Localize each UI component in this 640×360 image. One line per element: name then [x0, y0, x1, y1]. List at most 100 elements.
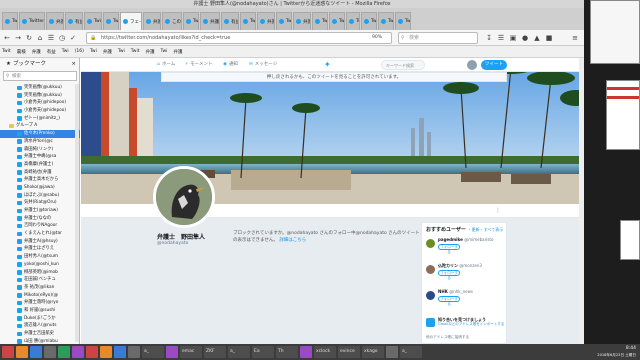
bookmark-entry[interactable]: 笑笑画像(@ukkuu) — [0, 92, 80, 100]
tab[interactable]: Tw — [346, 12, 360, 30]
bookmark-entry[interactable]: くまえんとれ(@tar — [0, 230, 80, 238]
bookmark-entry[interactable]: 弁護士中嶋(@sa — [0, 153, 80, 161]
bookmark-item[interactable]: 弁護 — [32, 49, 41, 55]
downloads-icon[interactable]: ↧ — [484, 33, 494, 43]
tab[interactable]: Twi — [103, 12, 119, 30]
taskbar-app[interactable]: Th — [276, 346, 298, 358]
taskbar-launcher-icon[interactable] — [100, 346, 112, 358]
sidebar-title[interactable]: ★ ブックマーク × — [0, 58, 80, 70]
bookmark-entry[interactable]: 弁護士/ななの — [0, 215, 80, 223]
taskbar-launcher-icon[interactable] — [16, 346, 28, 358]
avatar[interactable] — [467, 60, 477, 70]
find-contacts[interactable]: 知り合いを見つけましょう Gmailなどのアドレス帳をインポートする — [426, 317, 504, 333]
bookmark-entry[interactable]: 荘田誠(ベンチュ — [0, 276, 80, 284]
nav-notifications[interactable]: ◉ 通知 — [223, 58, 238, 72]
clock[interactable]: 8:44 2018年6月23日 土曜日 — [586, 344, 636, 360]
taskbar-app[interactable]: Ea — [252, 346, 274, 358]
taskbar-app[interactable]: a_ — [400, 346, 422, 358]
page-scrollbar[interactable] — [579, 58, 584, 344]
bookmark-item[interactable]: Twi — [160, 49, 167, 54]
bookmark-item[interactable]: Twit — [131, 49, 140, 54]
bookmark-entry[interactable]: 吉岡わりNAgoor — [0, 222, 80, 230]
bookmark-item[interactable]: Twi — [62, 49, 69, 54]
bookmark-item[interactable]: 弁護 — [145, 49, 154, 55]
library-icon[interactable]: ☰ — [496, 33, 506, 43]
tab[interactable]: この — [162, 12, 182, 30]
tab[interactable]: 有益 — [65, 12, 83, 30]
profile-avatar[interactable] — [153, 166, 215, 228]
bookmark-item[interactable]: 弁護 — [103, 49, 112, 55]
taskbar-app[interactable]: a_ — [142, 346, 164, 358]
tab[interactable]: Twi — [183, 12, 199, 30]
taskbar-app[interactable]: xkago — [362, 346, 384, 358]
bookmark-entry[interactable]: 小倉秀夫(@hidepoo) — [0, 107, 80, 115]
nav-home[interactable]: ⌂ ホーム — [157, 58, 175, 72]
taskbar-launcher-icon[interactable] — [86, 346, 98, 358]
twitter-search-input[interactable]: キーワード検索 — [381, 60, 425, 70]
sidebar-scrollbar[interactable] — [75, 84, 79, 342]
close-icon[interactable]: × — [71, 58, 76, 70]
tweet-button[interactable]: ツイート — [481, 60, 507, 70]
taskbar-launcher-icon[interactable] — [300, 346, 312, 358]
tab[interactable]: Twi — [378, 12, 394, 30]
taskbar-launcher-icon[interactable] — [128, 346, 140, 358]
taskbar-launcher-icon[interactable] — [30, 346, 42, 358]
back-arrow-icon[interactable]: ← — [2, 33, 12, 43]
bookmark-entry[interactable]: 渡辺雄人(@nuts — [0, 322, 80, 330]
bookmark-entry[interactable]: 和 好嵐(@sushi — [0, 307, 80, 315]
taskbar-launcher-icon[interactable] — [2, 346, 14, 358]
suggested-user[interactable]: pagedmike @mimebaristo フォローする — [426, 237, 504, 257]
suggestions-refresh-link[interactable]: ・更新・すべて表示 — [468, 227, 504, 232]
taskbar-app[interactable]: a_ — [228, 346, 250, 358]
bookmark-entry[interactable]: 田村秀人(@tsum — [0, 253, 80, 261]
bookmark-entry[interactable]: 森田純(リンク) — [0, 146, 80, 154]
bookmark-entry[interactable]: Shoko(@jawa) — [0, 184, 80, 192]
taskbar-launcher-icon[interactable] — [114, 346, 126, 358]
bookmark-entry[interactable]: 弁護士高木だから — [0, 176, 80, 184]
taskbar-launcher-icon[interactable] — [166, 346, 178, 358]
bookmark-folder[interactable]: グループ A — [0, 122, 80, 130]
details-link[interactable]: 詳細はこちら — [279, 238, 306, 243]
addon-icon[interactable]: ■ — [544, 33, 554, 43]
menu-icon[interactable]: ≡ — [570, 33, 580, 43]
nav-moments[interactable]: ⚡ モーメント — [185, 58, 213, 72]
pocket-icon[interactable]: ✓ — [68, 33, 78, 43]
bookmark-entry[interactable]: 高橋康(弁護士) — [0, 161, 80, 169]
search-bar[interactable]: ⚲ 検索 — [398, 32, 478, 44]
url-bar[interactable]: 🔒 https://twitter.com/nodahayato/likes?i… — [86, 32, 392, 44]
bookmark-entry[interactable]: Duke(ま!ごうか — [0, 315, 80, 323]
nav-messages[interactable]: ✉ メッセージ — [249, 58, 277, 72]
bookmark-entry[interactable]: 弁護士ほざりえ — [0, 245, 80, 253]
bookmark-entry[interactable]: 茶 祐茂(@likan — [0, 284, 80, 292]
taskbar-app[interactable]: evince — [338, 346, 360, 358]
tab[interactable]: Twitter — [19, 12, 45, 30]
bookmark-entry[interactable]: 柳部英昭(@imob — [0, 269, 80, 277]
profile-handle[interactable]: @nodahayato — [157, 241, 188, 246]
sidebar-toggle-icon[interactable]: ▣ — [508, 33, 518, 43]
tab[interactable]: 弁護 — [143, 12, 161, 30]
bookmark-entry[interactable]: 小倉秀夫(@hidepoo) — [0, 99, 80, 107]
tab[interactable]: 有益 — [221, 12, 239, 30]
bookmark-entry[interactable]: 弁護士落時(@ryo — [0, 299, 80, 307]
tab[interactable]: 弁護 — [200, 12, 220, 30]
tab[interactable]: Twi — [395, 12, 411, 30]
tab[interactable]: Twi — [276, 12, 292, 30]
tab[interactable]: 弁護 — [257, 12, 275, 30]
bookmark-entry[interactable]: 弁護士吉田航史 — [0, 330, 80, 338]
tab[interactable]: Twi — [240, 12, 256, 30]
bookmark-entry[interactable]: 高崎祐也(弁護 — [0, 169, 80, 177]
bookmark-entry[interactable]: yoko(@oshi_kun — [0, 261, 80, 269]
bookmark-entry[interactable]: 清水弁Yori(@c — [0, 138, 80, 146]
taskbar-launcher-icon[interactable] — [386, 346, 398, 358]
tab[interactable]: 弁護 — [46, 12, 64, 30]
bookmark-item[interactable]: Twit — [2, 49, 11, 54]
sidebar-search-input[interactable]: ⚲ 検索 — [3, 71, 77, 81]
home-icon[interactable]: ⌂ — [35, 33, 45, 43]
tab[interactable]: Twi — [361, 12, 377, 30]
bookmark-item[interactable]: (16) — [75, 49, 84, 54]
bookmark-entry[interactable]: Mikoto(eRyo)(@ — [0, 292, 80, 300]
history-icon[interactable]: ◷ — [57, 33, 67, 43]
connect-address-book-link[interactable]: 他のアドレス帳に接続する — [426, 335, 469, 340]
bookmark-item[interactable]: 有益 — [47, 49, 56, 55]
forward-arrow-icon[interactable]: → — [13, 33, 23, 43]
